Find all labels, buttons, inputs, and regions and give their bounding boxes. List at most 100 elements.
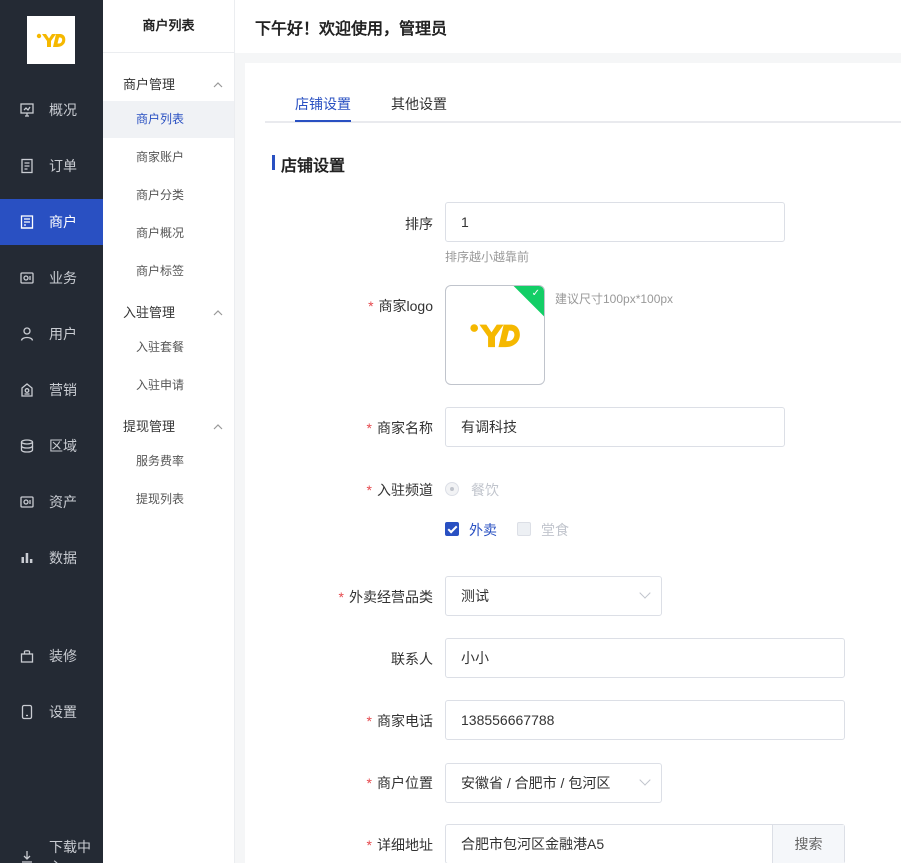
nav-label: 下载中心: [49, 839, 91, 863]
tab-store-settings[interactable]: 店铺设置: [295, 94, 351, 114]
chevron-down-icon: [639, 774, 651, 786]
store-icon: [19, 214, 35, 230]
sub-item-withdrawal-list[interactable]: 提现列表: [103, 481, 234, 518]
nav-item-download-center[interactable]: 下载中心: [0, 839, 103, 863]
group-merchant-management[interactable]: 商户管理: [123, 74, 223, 93]
data-icon: [19, 550, 35, 566]
nav-item-decoration[interactable]: 装修: [0, 633, 103, 679]
chevron-up-icon: [213, 418, 223, 433]
nav-item-orders[interactable]: 订单: [0, 143, 103, 189]
settings-icon: [19, 704, 35, 720]
sub-item-service-rates[interactable]: 服务费率: [103, 443, 234, 480]
nav-item-users[interactable]: 用户: [0, 311, 103, 357]
phone-label: * 商家电话: [366, 713, 433, 729]
address-search-button[interactable]: 搜索: [772, 825, 844, 863]
nav-label: 订单: [49, 158, 77, 174]
chevron-down-icon: [639, 587, 651, 599]
dinein-checkbox[interactable]: [517, 522, 531, 536]
contact-label: 联系人: [391, 651, 433, 667]
yd-logo-icon: [36, 33, 66, 47]
tab-other-settings[interactable]: 其他设置: [391, 94, 447, 114]
channel-radio[interactable]: [445, 482, 459, 496]
logo-hint: 建议尺寸100px*100px: [555, 292, 674, 306]
category-select[interactable]: 测试: [445, 576, 662, 616]
sub-item-entry-packages[interactable]: 入驻套餐: [103, 329, 234, 366]
tab-active-indicator: [295, 120, 351, 122]
nav-label: 营销: [49, 382, 77, 398]
greeting-text: 下午好！欢迎使用，管理员: [255, 21, 448, 38]
nav-item-region[interactable]: 区域: [0, 423, 103, 469]
region-icon: [19, 438, 35, 454]
address-label: * 详细地址: [366, 837, 433, 853]
group-title: 入驻管理: [123, 305, 176, 320]
name-label: * 商家名称: [366, 420, 433, 436]
group-settlement-management[interactable]: 入驻管理: [123, 302, 223, 321]
location-value: 安徽省 / 合肥市 / 包河区: [461, 775, 611, 791]
top-header: 下午好！欢迎使用，管理员: [235, 0, 901, 53]
contact-input[interactable]: 小小: [445, 638, 845, 678]
address-input[interactable]: 合肥市包河区金融港A5 搜索: [445, 824, 845, 863]
sub-sidebar: 商户列表 商户管理 商户列表 商家账户 商户分类 商户概况 商户标签 入驻管理 …: [103, 0, 235, 863]
nav-label: 设置: [49, 704, 77, 720]
sort-label: 排序: [405, 216, 433, 232]
section-title: 店铺设置: [272, 152, 345, 176]
logo-label: * 商家logo: [368, 298, 433, 314]
channel-radio-label: 餐饮: [471, 482, 499, 498]
group-title: 商户管理: [123, 77, 176, 92]
nav-item-settings[interactable]: 设置: [0, 689, 103, 735]
sub-sidebar-title: 商户列表: [103, 0, 234, 53]
group-title: 提现管理: [123, 419, 176, 434]
nav-label: 用户: [49, 326, 77, 342]
chevron-up-icon: [213, 76, 223, 91]
nav-label: 数据: [49, 550, 77, 566]
sub-item-merchant-categories[interactable]: 商户分类: [103, 177, 234, 214]
order-icon: [19, 158, 35, 174]
merchant-name-input[interactable]: 有调科技: [445, 407, 785, 447]
group-withdrawal-management[interactable]: 提现管理: [123, 416, 223, 435]
asset-icon: [19, 494, 35, 510]
sub-item-merchant-tags[interactable]: 商户标签: [103, 253, 234, 290]
sub-item-merchant-accounts[interactable]: 商家账户: [103, 139, 234, 176]
nav-label: 商户: [49, 214, 77, 230]
logo-uploader[interactable]: ✓: [445, 285, 545, 385]
dashboard-icon: [19, 102, 35, 118]
sub-item-entry-applications[interactable]: 入驻申请: [103, 367, 234, 404]
location-label: * 商户位置: [366, 775, 433, 791]
address-value: 合肥市包河区金融港A5: [461, 836, 605, 852]
takeout-checkbox[interactable]: [445, 522, 459, 536]
tab-bar: 店铺设置 其他设置: [265, 63, 901, 123]
nav-label: 区域: [49, 438, 77, 454]
category-select-value: 测试: [461, 588, 489, 604]
settings-card: 店铺设置 其他设置 店铺设置 排序 1 排序越小越靠前 * 商家logo ✓ 建议…: [245, 63, 901, 863]
category-label: * 外卖经营品类: [338, 589, 433, 605]
nav-item-merchants[interactable]: 商户: [0, 199, 103, 245]
nav-item-data[interactable]: 数据: [0, 535, 103, 581]
nav-item-marketing[interactable]: 营销: [0, 367, 103, 413]
sub-item-merchant-list[interactable]: 商户列表: [103, 101, 234, 138]
location-cascader[interactable]: 安徽省 / 合肥市 / 包河区: [445, 763, 662, 803]
marketing-icon: [19, 382, 35, 398]
decoration-icon: [19, 648, 35, 664]
check-icon: ✓: [531, 288, 540, 299]
nav-item-assets[interactable]: 资产: [0, 479, 103, 525]
business-icon: [19, 270, 35, 286]
download-icon: [19, 849, 35, 863]
merchant-logo-image: [470, 324, 520, 348]
upload-success-badge: [512, 286, 544, 318]
sub-item-merchant-overview[interactable]: 商户概况: [103, 215, 234, 252]
chevron-up-icon: [213, 304, 223, 319]
main-sidebar: 概况 订单 商户 业务 用户 营销 区域 资产 数据 装修 设置 下载中: [0, 0, 103, 863]
sort-input[interactable]: 1: [445, 202, 785, 242]
sort-hint: 排序越小越靠前: [445, 250, 530, 264]
channel-label: * 入驻频道: [366, 482, 433, 498]
user-icon: [19, 326, 35, 342]
phone-input[interactable]: 138556667788: [445, 700, 845, 740]
nav-item-overview[interactable]: 概况: [0, 87, 103, 133]
nav-label: 资产: [49, 494, 77, 510]
app-logo[interactable]: [27, 16, 75, 64]
takeout-checkbox-label: 外卖: [469, 522, 497, 538]
nav-item-business[interactable]: 业务: [0, 255, 103, 301]
dinein-checkbox-label: 堂食: [541, 522, 569, 538]
nav-label: 业务: [49, 270, 77, 286]
nav-label: 概况: [49, 102, 77, 118]
